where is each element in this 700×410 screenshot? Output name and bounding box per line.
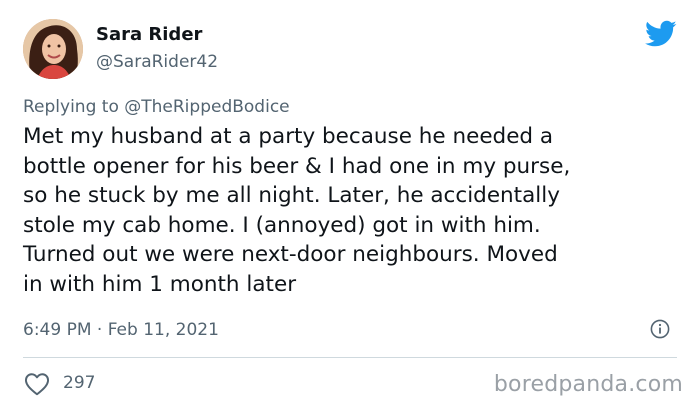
tweet-text-line: bottle opener for his beer & I had one i… xyxy=(23,153,571,179)
watermark: boredpanda.com xyxy=(493,372,683,397)
author-name[interactable]: Sara Rider xyxy=(96,24,202,45)
reply-context: Replying to @TheRippedBodice xyxy=(23,97,290,117)
tweet-timestamp[interactable]: 6:49 PM · Feb 11, 2021 xyxy=(23,320,219,340)
reply-prefix: Replying to xyxy=(23,97,125,117)
tweet-text-line: so he stuck by me all night. Later, he a… xyxy=(23,183,560,208)
reply-mention-link[interactable]: @TheRippedBodice xyxy=(124,97,289,117)
avatar[interactable] xyxy=(23,19,83,79)
tweet-text-line: Turned out we were next-door neighbours.… xyxy=(23,242,558,267)
twitter-bird-icon[interactable] xyxy=(645,20,677,48)
like-count: 297 xyxy=(63,373,96,393)
tweet-text-line: stole my cab home. I (annoyed) got in wi… xyxy=(23,212,541,238)
author-handle[interactable]: @SaraRider42 xyxy=(96,52,218,72)
info-icon[interactable] xyxy=(650,319,670,339)
tweet-text-line: Met my husband at a party because he nee… xyxy=(23,124,554,149)
tweet-text: Met my husband at a party because he nee… xyxy=(23,122,683,299)
divider xyxy=(23,357,677,358)
tweet-text-line: in with him 1 month later xyxy=(23,271,297,297)
heart-icon[interactable] xyxy=(24,372,50,396)
avatar-image xyxy=(23,19,83,79)
